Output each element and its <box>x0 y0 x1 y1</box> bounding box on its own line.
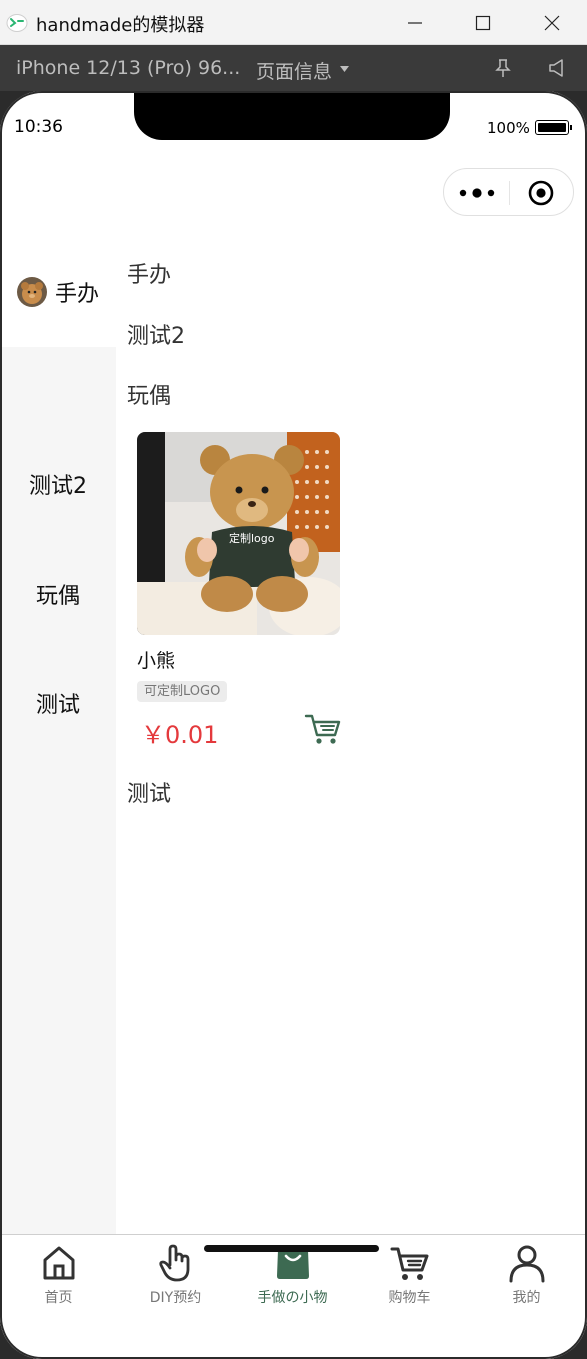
section-title-figures: 手办 <box>127 263 172 288</box>
status-time: 10:36 <box>14 117 63 137</box>
maximize-button[interactable] <box>451 0 515 45</box>
product-image[interactable]: 定制logo <box>137 432 340 635</box>
chevron-down-icon[interactable] <box>340 66 349 72</box>
category-sidebar: 手办 测试2 玩偶 测试 <box>0 237 116 1234</box>
speaker-icon[interactable] <box>548 58 566 78</box>
tab-label: 手做の小物 <box>257 1290 328 1306</box>
close-button[interactable] <box>520 0 584 45</box>
minimize-button[interactable] <box>383 0 447 45</box>
maximize-icon <box>475 15 491 30</box>
phone-notch <box>134 91 450 140</box>
battery-icon <box>535 120 569 135</box>
battery-percent: 100% <box>487 119 530 137</box>
tab-home[interactable]: 首页 <box>0 1235 117 1315</box>
capsule-divider <box>509 181 510 205</box>
tab-mine[interactable]: 我的 <box>468 1235 585 1315</box>
user-icon <box>509 1245 544 1283</box>
tab-label: 首页 <box>44 1290 73 1306</box>
product-price: ￥0.01 <box>141 721 219 749</box>
more-icon[interactable] <box>458 185 496 201</box>
device-selector[interactable]: iPhone 12/13 (Pro) 96... <box>16 57 240 79</box>
phone-screen: 10:36 100% 手办 测试2 玩偶 测试 手办 测试2 玩偶 测试 定制l… <box>0 91 587 1359</box>
section-title-dolls: 玩偶 <box>127 384 172 409</box>
tab-label: DIY预约 <box>149 1290 202 1306</box>
bear-shirt-text: 定制logo <box>229 531 275 545</box>
sidebar-item-label: 手办 <box>54 282 99 307</box>
home-icon <box>43 1246 74 1280</box>
tab-label: 我的 <box>512 1290 541 1306</box>
product-name[interactable]: 小熊 <box>137 646 175 673</box>
section-title-test2: 测试2 <box>127 324 185 349</box>
home-indicator <box>204 1245 379 1252</box>
close-icon <box>544 15 560 30</box>
sidebar-item-label: 测试2 <box>29 474 87 499</box>
add-to-cart-icon[interactable] <box>303 711 343 747</box>
wechat-devtools-icon <box>6 14 28 32</box>
sidebar-item-figures[interactable]: 手办 <box>0 237 116 347</box>
sidebar-item-test2[interactable]: 测试2 <box>0 429 116 539</box>
miniprogram-capsule <box>443 168 574 216</box>
cart-icon <box>390 1247 428 1280</box>
bottom-tabbar: 首页 DIY预约 手做の小物 购物车 我的 <box>0 1234 587 1359</box>
sidebar-item-label: 测试 <box>35 693 80 718</box>
page-info-button[interactable]: 页面信息 <box>256 57 332 84</box>
sidebar-item-test[interactable]: 测试 <box>0 648 116 758</box>
product-tag: 可定制LOGO <box>137 681 228 702</box>
sidebar-item-label: 玩偶 <box>35 584 80 609</box>
window-titlebar: handmade的模拟器 <box>0 0 587 45</box>
window-title: handmade的模拟器 <box>36 15 205 36</box>
minimize-icon <box>408 21 422 24</box>
section-title-test: 测试 <box>127 782 172 807</box>
close-miniprogram-icon[interactable] <box>528 180 554 206</box>
hand-icon <box>158 1244 189 1282</box>
sidebar-item-dolls[interactable]: 玩偶 <box>0 539 116 649</box>
battery-tip <box>570 125 572 130</box>
pin-icon[interactable] <box>494 58 512 78</box>
bear-avatar-icon <box>16 277 47 307</box>
tab-label: 购物车 <box>388 1290 431 1306</box>
